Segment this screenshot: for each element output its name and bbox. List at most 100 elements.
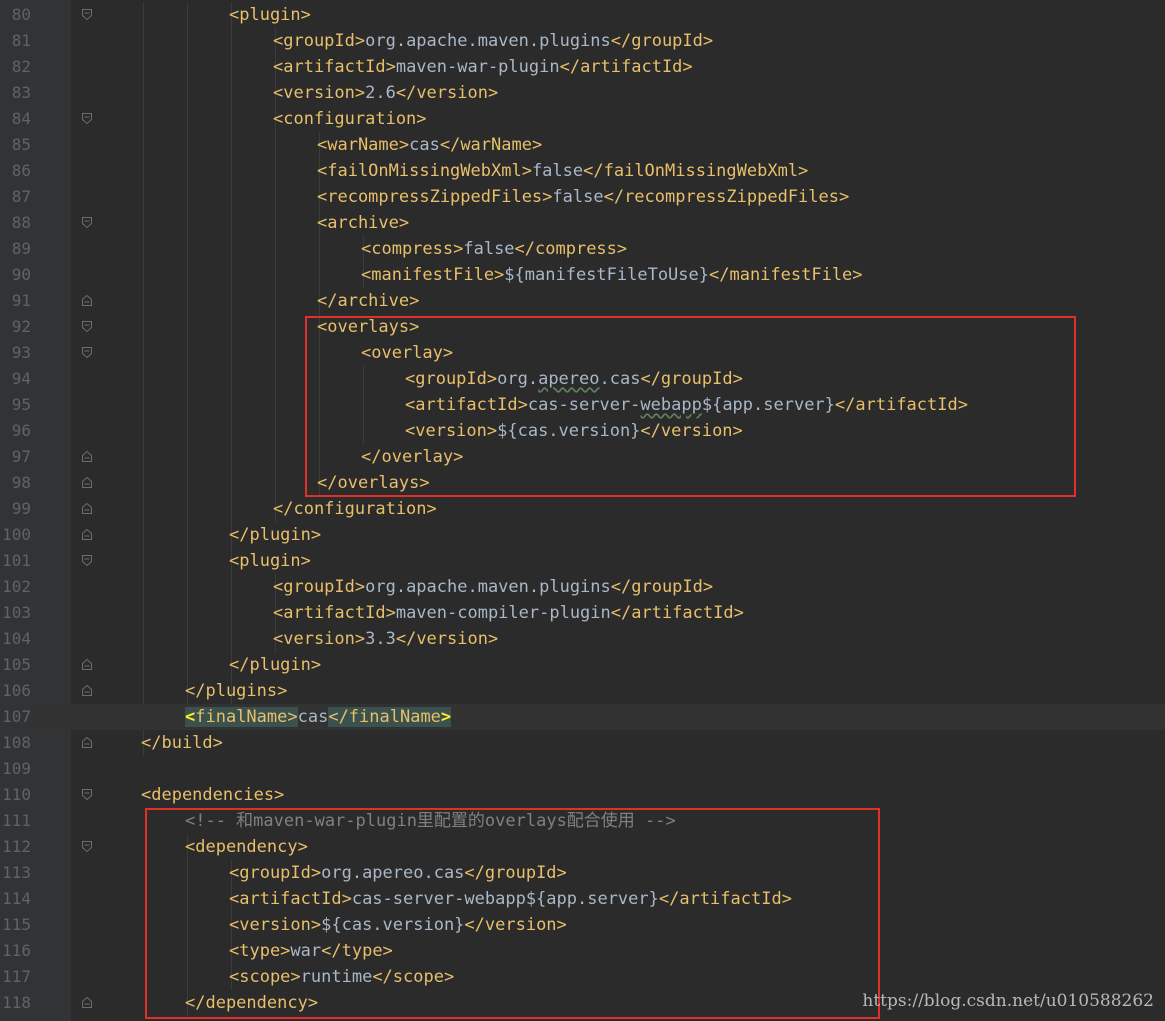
code-text: <configuration>	[273, 106, 427, 132]
code-line[interactable]: 88 <archive>	[0, 210, 1165, 236]
line-number: 95	[11, 395, 31, 414]
xml-tag: <compress>	[361, 239, 464, 259]
code-line[interactable]: 87 <recompressZippedFiles>false</recompre…	[0, 184, 1165, 210]
code-text: <compress>false</compress>	[361, 236, 627, 262]
xml-tag: <failOnMissingWebXml>	[317, 161, 532, 181]
code-line[interactable]: 109	[0, 756, 1165, 782]
code-text: </configuration>	[273, 496, 437, 522]
line-number: 83	[11, 83, 31, 102]
fold-end-icon[interactable]	[81, 502, 93, 515]
fold-end-icon[interactable]	[81, 996, 93, 1009]
code-line[interactable]: 104 <version>3.3</version>	[0, 626, 1165, 652]
line-number: 116	[2, 941, 31, 960]
xml-text: maven-compiler-plugin	[395, 603, 611, 623]
code-line[interactable]: 103 <artifactId>maven-compiler-plugin</ar…	[0, 600, 1165, 626]
line-number: 112	[2, 837, 31, 856]
line-number: 96	[11, 421, 31, 440]
fold-collapse-icon[interactable]	[81, 554, 93, 567]
line-number: 103	[2, 603, 31, 622]
line-number: 118	[2, 993, 31, 1012]
xml-tag: </plugins>	[185, 681, 288, 701]
code-line[interactable]: 84 <configuration>	[0, 106, 1165, 132]
xml-tag: </archive>	[317, 291, 420, 311]
xml-tag: </plugin>	[229, 525, 322, 545]
code-text: </plugin>	[229, 652, 321, 678]
overlays-highlight-box	[305, 316, 1076, 497]
line-number: 87	[11, 187, 31, 206]
code-text: <version>2.6</version>	[273, 80, 498, 106]
fold-collapse-icon[interactable]	[81, 8, 93, 21]
code-line[interactable]: 89 <compress>false</compress>	[0, 236, 1165, 262]
xml-tag: </version>	[395, 83, 499, 103]
code-line[interactable]: 107 <finalName>cas</finalName>	[0, 704, 1165, 730]
line-number: 81	[11, 31, 31, 50]
fold-end-icon[interactable]	[81, 736, 93, 749]
code-editor[interactable]: 80 <plugin> 81 <groupId>org.apache.maven.pl…	[0, 0, 1165, 1021]
xml-tag: </plugin>	[229, 655, 322, 675]
xml-text: org.apache.maven.plugins	[365, 577, 611, 597]
matched-bracket: <	[185, 707, 196, 727]
fold-end-icon[interactable]	[81, 294, 93, 307]
code-line[interactable]: 106 </plugins>	[0, 678, 1165, 704]
line-number: 93	[11, 343, 31, 362]
line-number: 85	[11, 135, 31, 154]
code-line[interactable]: 82 <artifactId>maven-war-plugin</artifact…	[0, 54, 1165, 80]
code-line[interactable]: 110 <dependencies>	[0, 782, 1165, 808]
xml-tag: <plugin>	[229, 551, 311, 571]
code-line[interactable]: 102 <groupId>org.apache.maven.plugins</gr…	[0, 574, 1165, 600]
fold-collapse-icon[interactable]	[81, 216, 93, 229]
xml-text: 3.3	[365, 629, 396, 649]
line-number: 117	[2, 967, 31, 986]
code-line[interactable]: 81 <groupId>org.apache.maven.plugins</gro…	[0, 28, 1165, 54]
line-number: 91	[11, 291, 31, 310]
fold-collapse-icon[interactable]	[81, 112, 93, 125]
code-line[interactable]: 100 </plugin>	[0, 522, 1165, 548]
code-line[interactable]: 101 <plugin>	[0, 548, 1165, 574]
xml-text: false	[463, 239, 515, 259]
code-text: </archive>	[317, 288, 419, 314]
fold-end-icon[interactable]	[81, 528, 93, 541]
fold-collapse-icon[interactable]	[81, 840, 93, 853]
matched-tag-highlight: </finalName	[328, 707, 441, 727]
line-number: 92	[11, 317, 31, 336]
code-line[interactable]: 91 </archive>	[0, 288, 1165, 314]
line-number: 86	[11, 161, 31, 180]
line-number: 109	[2, 759, 31, 778]
fold-end-icon[interactable]	[81, 450, 93, 463]
xml-tag: <manifestFile>	[361, 265, 505, 285]
xml-tag: <groupId>	[273, 31, 366, 51]
code-text: </plugins>	[185, 678, 287, 704]
xml-tag: <warName>	[317, 135, 410, 155]
xml-tag: <artifactId>	[273, 603, 396, 623]
fold-end-icon[interactable]	[81, 476, 93, 489]
code-line[interactable]: 80 <plugin>	[0, 2, 1165, 28]
fold-collapse-icon[interactable]	[81, 788, 93, 801]
line-number: 84	[11, 109, 31, 128]
fold-end-icon[interactable]	[81, 658, 93, 671]
line-number: 100	[2, 525, 31, 544]
fold-collapse-icon[interactable]	[81, 346, 93, 359]
matched-bracket: >	[440, 707, 452, 727]
fold-collapse-icon[interactable]	[81, 320, 93, 333]
code-text: <version>3.3</version>	[273, 626, 498, 652]
line-number: 80	[11, 5, 31, 24]
line-number: 105	[2, 655, 31, 674]
xml-text: cas	[409, 135, 440, 155]
code-text: <artifactId>maven-compiler-plugin</artif…	[273, 600, 744, 626]
line-number: 110	[2, 785, 31, 804]
line-number: 104	[2, 629, 31, 648]
code-line[interactable]: 108 </build>	[0, 730, 1165, 756]
fold-end-icon[interactable]	[81, 684, 93, 697]
code-line[interactable]: 105 </plugin>	[0, 652, 1165, 678]
code-line[interactable]: 99 </configuration>	[0, 496, 1165, 522]
xml-tag: </version>	[395, 629, 499, 649]
xml-tag: <dependencies>	[141, 785, 285, 805]
code-line[interactable]: 90 <manifestFile>${manifestFileToUse}</ma…	[0, 262, 1165, 288]
code-line[interactable]: 86 <failOnMissingWebXml>false</failOnMiss…	[0, 158, 1165, 184]
code-text: <failOnMissingWebXml>false</failOnMissin…	[317, 158, 808, 184]
code-line[interactable]: 85 <warName>cas</warName>	[0, 132, 1165, 158]
code-text: <artifactId>maven-war-plugin</artifactId…	[273, 54, 693, 80]
code-text: <groupId>org.apache.maven.plugins</group…	[273, 28, 713, 54]
code-line[interactable]: 83 <version>2.6</version>	[0, 80, 1165, 106]
xml-tag: <version>	[273, 629, 366, 649]
